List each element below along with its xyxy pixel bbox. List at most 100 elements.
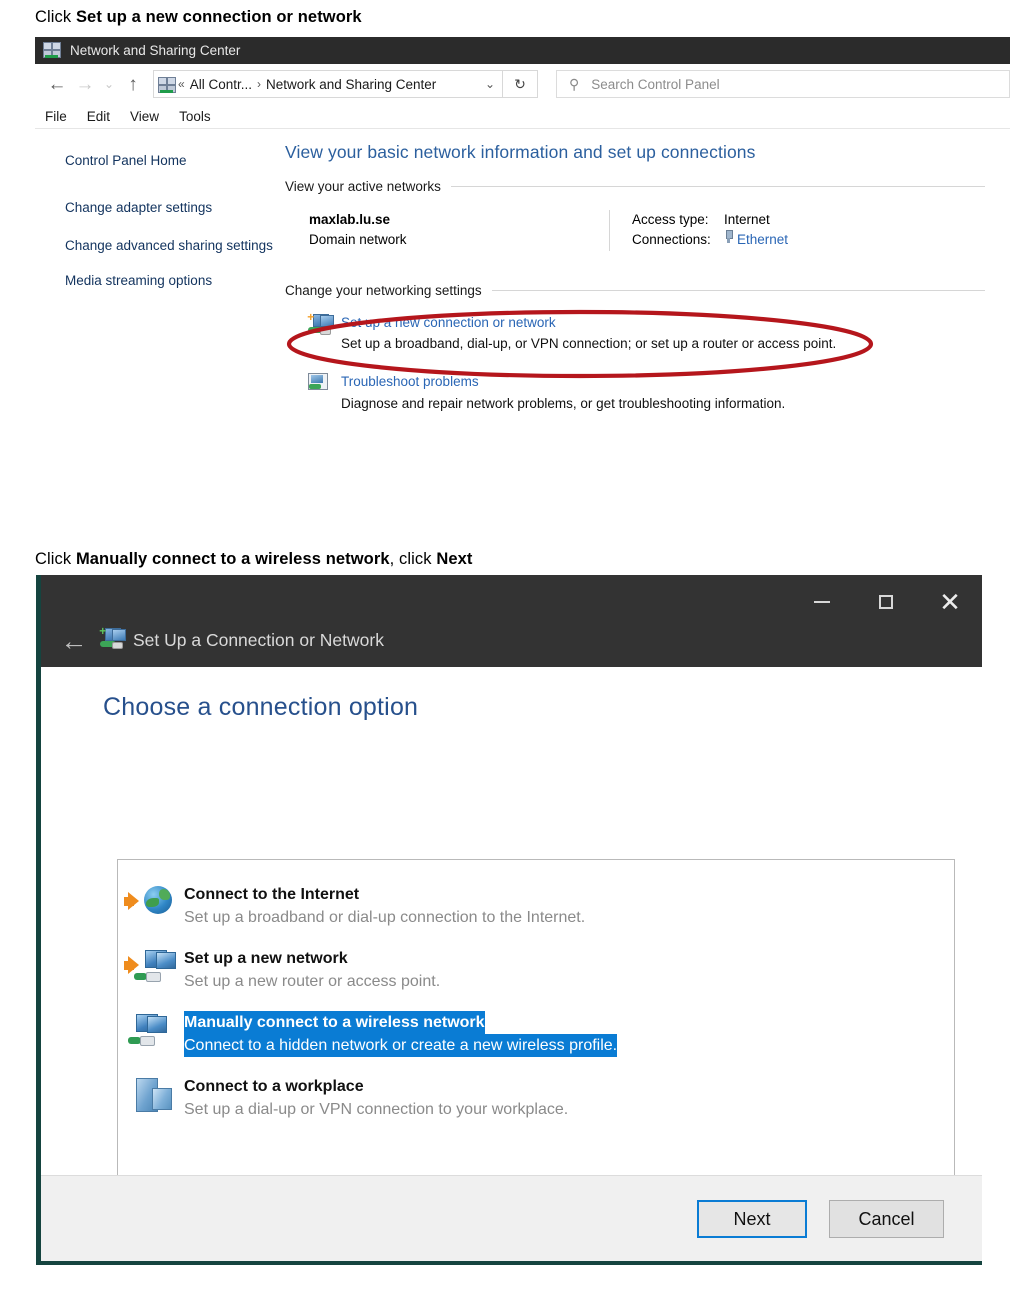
troubleshoot-icon	[307, 371, 341, 415]
network-type: Domain network	[309, 232, 407, 248]
task-link-setup-new-connection[interactable]: Set up a new connection or network	[341, 312, 836, 334]
step2-mid: , click	[389, 550, 437, 568]
option-title: Manually connect to a wireless network	[184, 1011, 485, 1035]
breadcrumb-segment-2[interactable]: Network and Sharing Center	[266, 77, 436, 92]
window-title: Network and Sharing Center	[70, 43, 241, 58]
search-icon: ⚲	[569, 75, 580, 92]
breadcrumb-segment-1[interactable]: All Contr...	[190, 77, 252, 92]
address-bar[interactable]: « All Contr... › Network and Sharing Cen…	[153, 70, 503, 98]
option-desc: Set up a new router or access point.	[184, 973, 441, 991]
network-sharing-center-window: Network and Sharing Center ← → ⌄ ↑ « All…	[35, 37, 1010, 437]
sidebar-item-control-panel-home[interactable]: Control Panel Home	[65, 152, 280, 169]
menu-item-view[interactable]: View	[130, 109, 159, 124]
setup-new-network-icon	[124, 946, 184, 994]
workplace-icon	[126, 1074, 184, 1122]
option-setup-new-network[interactable]: Set up a new network Set up a new router…	[118, 946, 954, 994]
ethernet-plug-icon	[724, 230, 733, 244]
breadcrumb-overflow[interactable]: «	[178, 77, 185, 91]
network-identity: maxlab.lu.se Domain network	[309, 210, 609, 251]
step2-bold2: Next	[436, 550, 473, 568]
navigation-bar: ← → ⌄ ↑ « All Contr... › Network and Sha…	[35, 64, 1010, 104]
minimize-button[interactable]	[790, 575, 854, 629]
change-settings-section: Change your networking settings + Set up…	[285, 283, 985, 415]
setup-connection-icon: +	[99, 625, 126, 652]
breadcrumb-separator: ›	[256, 77, 261, 91]
step1-prefix: Click	[35, 8, 76, 26]
option-desc: Connect to a hidden network or create a …	[184, 1034, 618, 1058]
step2-prefix: Click	[35, 550, 76, 568]
option-title: Connect to a workplace	[184, 1078, 364, 1095]
back-button[interactable]: ←	[43, 75, 71, 94]
option-manually-connect-wireless[interactable]: Manually connect to a wireless network C…	[118, 1010, 954, 1058]
access-type-label: Access type:	[632, 212, 709, 227]
step2-bold: Manually connect to a wireless network	[75, 550, 390, 568]
connections-link-ethernet[interactable]: Ethernet	[737, 230, 788, 250]
wizard-title: Set Up a Connection or Network	[133, 630, 384, 650]
main-content: View your basic network information and …	[285, 142, 985, 415]
cancel-button[interactable]: Cancel	[829, 1200, 944, 1238]
wizard-title-bar: ← + Set Up a Connection or Network ✕	[41, 575, 982, 667]
section-divider	[491, 289, 985, 291]
connections-row: Connections: Ethernet	[632, 230, 788, 250]
instruction-step-1: Click Set up a new connection or network	[35, 8, 362, 27]
task-troubleshoot-problems[interactable]: Troubleshoot problems Diagnose and repai…	[307, 371, 985, 415]
task-setup-new-connection[interactable]: + Set up a new connection or network Set…	[307, 311, 985, 356]
menu-item-tools[interactable]: Tools	[179, 109, 211, 124]
wizard-footer: Next Cancel	[41, 1175, 982, 1261]
chevron-down-icon[interactable]: ⌄	[485, 77, 495, 91]
connect-internet-icon	[124, 882, 184, 930]
minimize-icon	[814, 601, 830, 603]
access-type-value: Internet	[724, 212, 770, 227]
forward-button[interactable]: →	[71, 75, 99, 94]
recent-locations-button[interactable]: ⌄	[99, 78, 119, 90]
wizard-body: Choose a connection option Connect to th…	[41, 667, 982, 1231]
option-connect-to-workplace[interactable]: Connect to a workplace Set up a dial-up …	[118, 1074, 954, 1122]
change-settings-section-header: Change your networking settings	[285, 283, 985, 298]
instruction-step-2: Click Manually connect to a wireless net…	[35, 550, 472, 569]
page-title: View your basic network information and …	[285, 142, 756, 162]
window-controls: ✕	[790, 575, 982, 629]
network-name: maxlab.lu.se	[309, 212, 391, 227]
option-title: Set up a new network	[184, 950, 348, 967]
option-connect-to-internet[interactable]: Connect to the Internet Set up a broadba…	[118, 882, 954, 930]
maximize-button[interactable]	[854, 575, 918, 629]
option-title: Connect to the Internet	[184, 886, 360, 903]
address-network-icon	[158, 76, 176, 93]
connections-label: Connections:	[632, 232, 711, 248]
sidebar-item-change-adapter-settings[interactable]: Change adapter settings	[65, 199, 280, 216]
section-divider	[450, 186, 985, 187]
maximize-icon	[879, 595, 893, 609]
active-network-row: maxlab.lu.se Domain network Access type:…	[309, 210, 985, 251]
wireless-network-icon	[126, 1010, 184, 1058]
refresh-icon: ↻	[514, 75, 526, 92]
sidebar: Control Panel Home Change adapter settin…	[65, 152, 280, 309]
search-placeholder: Search Control Panel	[591, 76, 720, 92]
sidebar-item-change-advanced-sharing-settings[interactable]: Change advanced sharing settings	[65, 237, 280, 254]
sidebar-item-media-streaming-options[interactable]: Media streaming options	[65, 272, 280, 289]
menu-bar: File Edit View Tools	[35, 104, 1010, 129]
close-button[interactable]: ✕	[918, 575, 982, 629]
refresh-button[interactable]: ↻	[503, 70, 538, 98]
access-type-row: Access type: Internet	[632, 210, 788, 230]
option-desc: Set up a dial-up or VPN connection to yo…	[184, 1101, 569, 1119]
wizard-back-button[interactable]: ←	[59, 626, 89, 656]
close-icon: ✕	[939, 587, 961, 617]
next-button[interactable]: Next	[697, 1200, 807, 1238]
menu-item-file[interactable]: File	[45, 109, 67, 124]
search-input[interactable]: ⚲ Search Control Panel	[556, 70, 1010, 98]
vertical-divider	[609, 210, 610, 251]
network-icon	[43, 41, 61, 60]
setup-connection-wizard-window: ← + Set Up a Connection or Network ✕ Cho…	[36, 575, 982, 1265]
menu-item-edit[interactable]: Edit	[87, 109, 110, 124]
task-desc-setup-new-connection: Set up a broadband, dial-up, or VPN conn…	[341, 336, 837, 352]
change-settings-label: Change your networking settings	[285, 282, 482, 298]
setup-connection-icon: +	[307, 311, 341, 356]
task-link-troubleshoot[interactable]: Troubleshoot problems	[341, 371, 785, 393]
up-button[interactable]: ↑	[119, 75, 147, 94]
window-title-bar: Network and Sharing Center	[35, 37, 1010, 64]
active-networks-label: View your active networks	[285, 179, 441, 194]
task-desc-troubleshoot: Diagnose and repair network problems, or…	[341, 396, 786, 412]
option-desc: Set up a broadband or dial-up connection…	[184, 909, 586, 927]
network-details: Access type: Internet Connections: Ether…	[632, 210, 788, 251]
step1-bold: Set up a new connection or network	[75, 8, 362, 26]
